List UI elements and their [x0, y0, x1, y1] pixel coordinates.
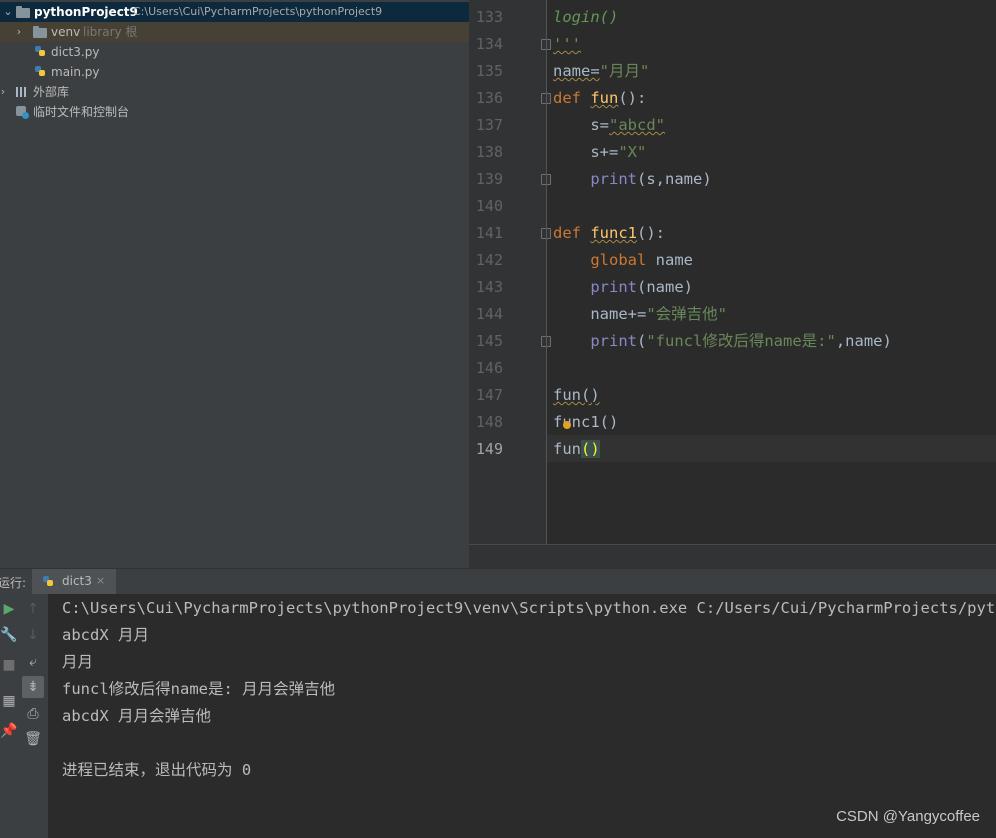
console-line: funcl修改后得name是: 月月会弹吉他	[62, 680, 336, 698]
code-line-145: print("funcl修改后得name是:",name)	[590, 332, 892, 350]
intention-bulb-icon[interactable]	[563, 421, 571, 429]
editor-breadcrumb-bar	[469, 544, 996, 569]
code-line-135: name="月月"	[553, 62, 650, 80]
line-number: 138	[475, 143, 503, 161]
line-number: 133	[475, 8, 503, 26]
soft-wrap-icon[interactable]: ⤶	[22, 651, 44, 673]
line-number: 134	[475, 35, 503, 53]
scratches-label: 临时文件和控制台	[33, 105, 130, 119]
line-number: 135	[475, 62, 503, 80]
venv-library-tag: library 根	[83, 25, 138, 39]
code-line-139: print(s,name)	[590, 170, 712, 188]
stop-icon[interactable]: ■	[0, 654, 18, 676]
run-toolbar-secondary: ↑ ↓ ⤶ ⇟ ⎙ 🗑	[18, 594, 49, 838]
line-number: 139	[475, 170, 503, 188]
tree-root-pythonproject9[interactable]: ⌄ pythonProject9 C:\Users\Cui\PycharmPro…	[0, 2, 469, 22]
line-number: 148	[475, 413, 503, 431]
line-number: 146	[475, 359, 503, 377]
line-number: 145	[475, 332, 503, 350]
line-number: 142	[475, 251, 503, 269]
tree-item-dict3[interactable]: dict3.py	[0, 42, 469, 62]
tree-item-scratches[interactable]: 临时文件和控制台	[0, 102, 469, 122]
line-number: 144	[475, 305, 503, 323]
line-number: 137	[475, 116, 503, 134]
code-line-148: func1()	[553, 413, 619, 431]
external-libraries-label: 外部库	[33, 85, 70, 99]
console-line: abcdX 月月	[62, 626, 149, 644]
line-number: 136	[475, 89, 503, 107]
file-label: dict3.py	[51, 45, 100, 59]
code-line-144: name+="会弹吉他"	[553, 305, 727, 323]
code-editor[interactable]: 133 134 135 136 137 138 139 140 141 142 …	[469, 0, 996, 544]
rerun-icon[interactable]: ▶	[0, 598, 18, 620]
console-line: C:\Users\Cui\PycharmProjects\pythonProje…	[62, 599, 996, 617]
print-icon[interactable]: ⎙	[22, 703, 44, 725]
python-file-icon	[34, 65, 48, 79]
project-root-name: pythonProject9	[34, 5, 138, 19]
code-line-149: fun()	[553, 440, 600, 458]
folder-icon	[16, 5, 30, 19]
chevron-down-icon[interactable]: ⌄	[3, 2, 13, 22]
watermark: CSDN @Yangycoffee	[836, 808, 980, 825]
tree-item-main[interactable]: main.py	[0, 62, 469, 82]
code-line-143: print(name)	[590, 278, 693, 296]
line-number-current: 149	[475, 440, 503, 458]
console-line-exit: 进程已结束，退出代码为 0	[62, 761, 252, 779]
code-line-133: login()	[553, 8, 619, 26]
pin-icon[interactable]: 📌	[0, 720, 18, 742]
layout-icon[interactable]: ▦	[0, 690, 18, 712]
project-panel: ⌄ pythonProject9 C:\Users\Cui\PycharmPro…	[0, 0, 469, 568]
run-tab-dict3[interactable]: dict3 ×	[32, 569, 116, 597]
code-line-138: s+="X"	[553, 143, 647, 161]
close-icon[interactable]: ×	[96, 574, 105, 587]
arrow-down-icon[interactable]: ↓	[22, 624, 44, 646]
run-tab-label: dict3	[62, 574, 92, 588]
venv-label: venv	[51, 25, 81, 39]
tree-item-external-libraries[interactable]: › 外部库	[0, 82, 469, 102]
line-number: 143	[475, 278, 503, 296]
scratches-icon	[15, 105, 29, 119]
code-line-147: fun()	[553, 386, 600, 404]
scroll-to-end-icon[interactable]: ⇟	[22, 676, 44, 698]
library-icon	[15, 85, 29, 99]
python-icon	[42, 575, 56, 589]
line-number: 147	[475, 386, 503, 404]
code-line-141: def func1():	[553, 224, 666, 242]
trash-icon[interactable]: 🗑	[22, 728, 44, 750]
gutter-divider	[546, 0, 547, 544]
chevron-right-icon[interactable]: ›	[0, 82, 8, 102]
line-number: 141	[475, 224, 503, 242]
line-number-gutter: 133 134 135 136 137 138 139 140 141 142 …	[469, 0, 551, 544]
folder-icon	[33, 25, 47, 39]
run-panel-header: 运行: dict3 ×	[0, 568, 996, 597]
console-line: 月月	[62, 653, 94, 671]
console-line: abcdX 月月会弹吉他	[62, 707, 211, 725]
file-label: main.py	[51, 65, 100, 79]
run-label: 运行:	[0, 576, 27, 590]
arrow-up-icon[interactable]: ↑	[22, 598, 44, 620]
code-line-137: s="abcd"	[553, 116, 665, 134]
code-line-134: '''	[553, 35, 581, 53]
line-number: 140	[475, 197, 503, 215]
console-output[interactable]: C:\Users\Cui\PycharmProjects\pythonProje…	[48, 594, 996, 838]
wrench-icon[interactable]: 🔧	[0, 624, 18, 646]
chevron-right-icon[interactable]: ›	[14, 22, 24, 42]
python-file-icon	[34, 45, 48, 59]
code-line-142: global name	[590, 251, 693, 269]
tree-item-venv[interactable]: › venv library 根	[0, 22, 469, 42]
code-line-136: def fun():	[553, 89, 647, 107]
run-toolbar-primary: ▶ 🔧 ■ ▦ 📌	[0, 594, 19, 838]
project-root-path: C:\Users\Cui\PycharmProjects\pythonProje…	[133, 5, 383, 18]
